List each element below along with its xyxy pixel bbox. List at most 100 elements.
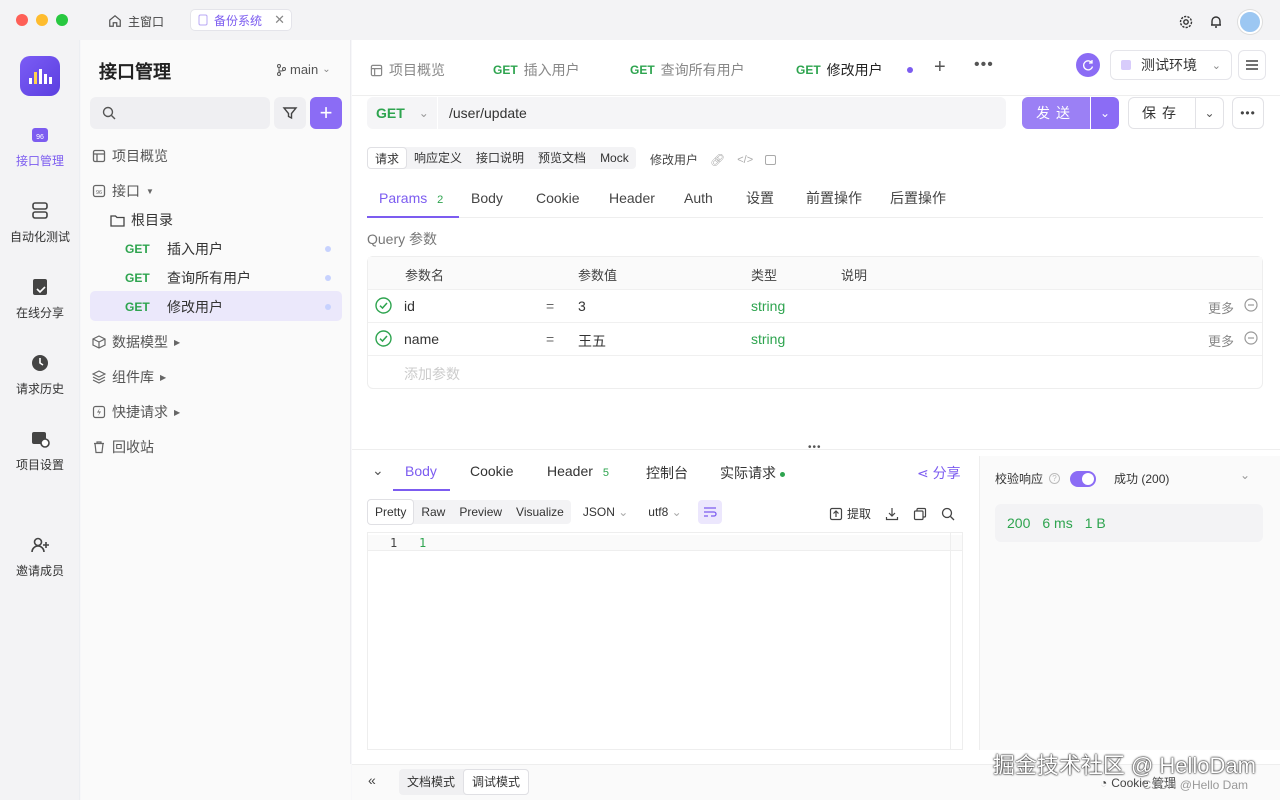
minimize-window-button[interactable] (36, 14, 48, 26)
download-icon[interactable] (885, 507, 899, 521)
remove-icon[interactable] (1244, 331, 1258, 348)
rail-item-history[interactable]: 请求历史 (0, 352, 80, 397)
sidebar-item-components[interactable]: 组件库 ▶ (92, 367, 166, 387)
tab-overview[interactable]: 项目概览 (370, 60, 445, 80)
wrap-toggle[interactable] (697, 500, 722, 524)
resp-tab-cookie[interactable]: Cookie (470, 463, 514, 479)
collapse-icon[interactable]: ⌄ (372, 462, 384, 479)
validate-toggle[interactable] (1070, 470, 1097, 487)
close-window-button[interactable] (16, 14, 28, 26)
resp-tab-header[interactable]: Header 5 (547, 463, 609, 479)
check-circle-icon[interactable] (375, 330, 392, 350)
subtab-api-doc[interactable]: 接口说明 (469, 147, 531, 169)
subtab-mock[interactable]: Mock (593, 147, 636, 169)
rail-item-settings[interactable]: 项目设置 (0, 428, 80, 473)
branch-selector[interactable]: main ⌄ (276, 62, 331, 77)
sidebar-item-trash[interactable]: 回收站 (92, 437, 154, 457)
resp-tab-body[interactable]: Body (405, 463, 437, 479)
tab-auth[interactable]: Auth (684, 180, 713, 218)
subtab-response-def[interactable]: 响应定义 (407, 147, 469, 169)
add-button[interactable]: + (310, 97, 342, 129)
param-name[interactable]: name (404, 331, 439, 347)
check-circle-icon[interactable] (375, 297, 392, 317)
sidebar-item-api[interactable]: 96 接口 ▼ (92, 181, 154, 201)
tab-endpoint-2[interactable]: GET 修改用户 (796, 60, 913, 80)
tab-pre-ops[interactable]: 前置操作 (806, 180, 862, 218)
sidebar-endpoint-1[interactable]: GET 查询所有用户 (125, 268, 331, 288)
rail-item-api[interactable]: 96 接口管理 (0, 124, 80, 169)
avatar[interactable] (1238, 10, 1262, 34)
more-actions-button[interactable]: ••• (1232, 97, 1264, 129)
rail-item-automation[interactable]: 自动化测试 (0, 200, 80, 245)
param-value[interactable]: 3 (578, 298, 586, 314)
sidebar-endpoint-2[interactable]: GET 修改用户 (125, 297, 331, 317)
bell-icon[interactable] (1208, 14, 1224, 30)
method-select[interactable]: GET ⌄ (367, 97, 437, 129)
response-body-editor[interactable]: 1 1 (367, 532, 963, 750)
share-button[interactable]: ⋖ 分享 (917, 463, 961, 483)
sidebar-item-root[interactable]: 根目录 (110, 210, 173, 230)
tab-main-window[interactable]: 主窗口 (108, 10, 164, 32)
link-icon[interactable]: 🔗︎ (710, 153, 725, 167)
tab-endpoint-0[interactable]: GET 插入用户 (493, 60, 580, 80)
sidebar-search-input[interactable] (90, 97, 270, 129)
sync-button[interactable] (1076, 53, 1100, 77)
tab-settings[interactable]: 设置 (746, 180, 774, 218)
format-pretty[interactable]: Pretty (367, 499, 415, 525)
more-link[interactable]: 更多 (1208, 331, 1234, 350)
scrollbar[interactable] (950, 533, 962, 749)
more-link[interactable]: 更多 (1208, 298, 1234, 317)
encoding-select[interactable]: utf8 ⌄ (648, 505, 681, 519)
param-type[interactable]: string (751, 331, 785, 347)
subtab-preview[interactable]: 预览文档 (531, 147, 593, 169)
maximize-window-button[interactable] (56, 14, 68, 26)
copy-icon[interactable] (913, 507, 927, 521)
send-button[interactable]: 发送 (1022, 97, 1090, 129)
filter-button[interactable] (274, 97, 306, 129)
doc-mode-button[interactable]: 文档模式 (399, 769, 463, 795)
tab-header[interactable]: Header (609, 180, 655, 218)
save-dropdown-button[interactable]: ⌄ (1196, 97, 1224, 129)
env-selector[interactable]: 测试环境 ⌄ (1110, 50, 1232, 80)
panel-icon[interactable] (765, 154, 777, 165)
add-param-row[interactable]: 添加参数 (368, 356, 1262, 389)
url-input[interactable]: /user/update (438, 97, 1006, 129)
param-value[interactable]: 王五 (578, 331, 606, 351)
collapse-sidebar-icon[interactable]: « (368, 772, 376, 788)
debug-mode-button[interactable]: 调试模式 (463, 769, 530, 795)
rail-item-invite[interactable]: 邀请成员 (0, 534, 80, 579)
menu-button[interactable] (1238, 50, 1266, 80)
tab-cookie[interactable]: Cookie (536, 180, 580, 218)
sidebar-item-overview[interactable]: 项目概览 (92, 146, 168, 166)
new-tab-button[interactable]: + (934, 56, 946, 79)
search-icon[interactable] (941, 507, 955, 521)
chevron-down-icon[interactable]: ⌄ (1240, 468, 1250, 482)
lang-select[interactable]: JSON ⌄ (583, 505, 628, 519)
tab-params[interactable]: Params 2 (367, 180, 459, 218)
tab-post-ops[interactable]: 后置操作 (890, 180, 946, 218)
code-icon[interactable]: </> (737, 154, 753, 166)
format-visualize[interactable]: Visualize (509, 500, 571, 524)
save-button[interactable]: 保存 (1128, 97, 1196, 129)
format-raw[interactable]: Raw (414, 500, 452, 524)
format-preview[interactable]: Preview (452, 500, 509, 524)
param-type[interactable]: string (751, 298, 785, 314)
tab-endpoint-1[interactable]: GET 查询所有用户 (630, 60, 745, 80)
remove-icon[interactable] (1244, 298, 1258, 315)
resize-handle[interactable]: ••• (808, 442, 822, 453)
rail-item-share[interactable]: 在线分享 (0, 276, 80, 321)
sidebar-item-data-model[interactable]: 数据模型 ▶ (92, 332, 180, 352)
sidebar-item-quick-request[interactable]: 快捷请求 ▶ (92, 402, 180, 422)
tab-backup-system[interactable]: 备份系统 ✕ (190, 9, 292, 31)
gear-icon[interactable] (1178, 14, 1194, 30)
extract-button[interactable]: 提取 (829, 505, 871, 522)
resp-tab-actual[interactable]: 实际请求 (720, 463, 785, 483)
tab-body[interactable]: Body (471, 180, 503, 218)
more-tabs-button[interactable]: ••• (974, 56, 994, 74)
subtab-request[interactable]: 请求 (367, 147, 408, 169)
send-dropdown-button[interactable]: ⌄ (1091, 97, 1119, 129)
resp-tab-console[interactable]: 控制台 (646, 463, 688, 483)
sidebar-endpoint-0[interactable]: GET 插入用户 (125, 239, 331, 259)
close-tab-icon[interactable]: ✕ (274, 12, 285, 28)
param-name[interactable]: id (404, 298, 415, 314)
